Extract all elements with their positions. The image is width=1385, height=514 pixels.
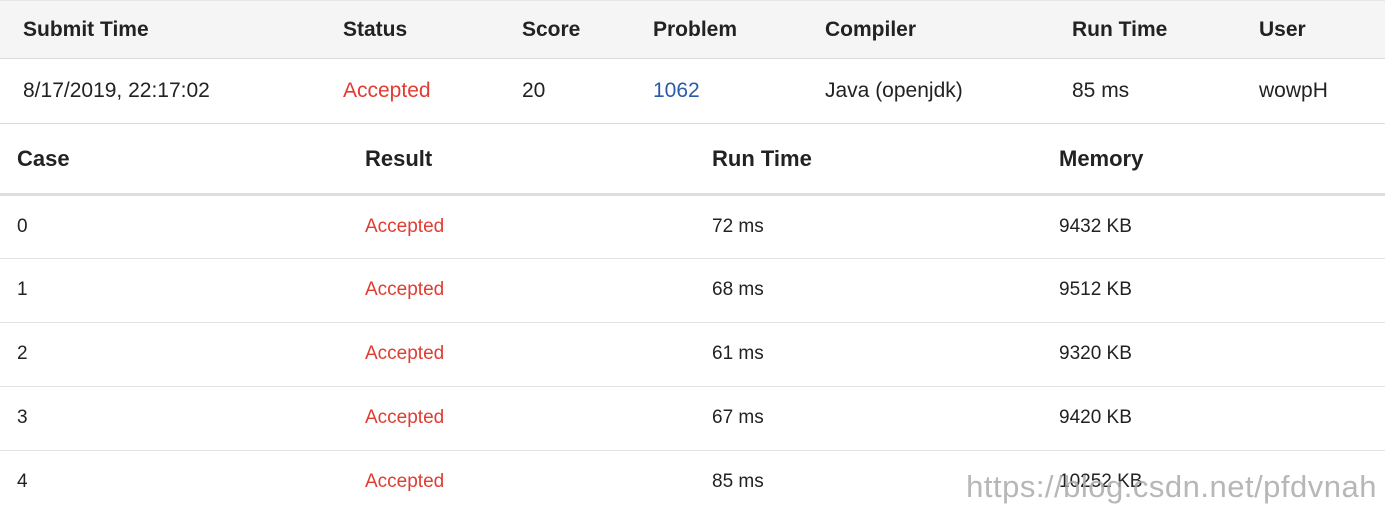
cases-header-row: Case Result Run Time Memory [0, 125, 1385, 194]
header-case-run-time: Run Time [712, 145, 812, 171]
run-time: 85 ms [1072, 79, 1130, 102]
case-memory: 9432 KB [1059, 215, 1132, 237]
case-id: 1 [17, 279, 28, 300]
case-memory: 9420 KB [1059, 407, 1132, 428]
table-row: 0 Accepted 72 ms 9432 KB [0, 194, 1385, 258]
case-run-time: 67 ms [712, 407, 764, 428]
header-score: Score [522, 17, 581, 41]
table-row: 3 Accepted 67 ms 9420 KB [0, 386, 1385, 450]
case-result: Accepted [365, 407, 445, 428]
header-case: Case [17, 145, 70, 171]
submission-table: Submit Time Status Score Problem Compile… [0, 0, 1385, 124]
header-memory: Memory [1059, 145, 1144, 171]
case-run-time: 61 ms [712, 343, 764, 364]
header-run-time: Run Time [1072, 17, 1168, 41]
header-submit-time: Submit Time [23, 17, 149, 41]
case-result: Accepted [365, 343, 445, 364]
case-result: Accepted [365, 215, 445, 237]
header-status: Status [343, 17, 408, 41]
score: 20 [522, 79, 546, 102]
case-result: Accepted [365, 471, 445, 493]
watermark: https://blog.csdn.net/pfdvnah [966, 469, 1377, 504]
case-memory: 9512 KB [1059, 279, 1132, 300]
header-user: User [1259, 17, 1306, 41]
case-id: 0 [17, 215, 28, 237]
problem-link[interactable]: 1062 [653, 79, 700, 102]
submit-time: 8/17/2019, 22:17:02 [23, 79, 210, 102]
user: wowpH [1259, 79, 1328, 102]
header-compiler: Compiler [825, 17, 917, 41]
case-id: 4 [17, 471, 28, 493]
cases-table: Case Result Run Time Memory 0 Accepted 7… [0, 125, 1385, 514]
submission-row: 8/17/2019, 22:17:02 Accepted 20 1062 Jav… [0, 59, 1385, 124]
case-memory: 9320 KB [1059, 343, 1132, 364]
header-problem: Problem [653, 17, 738, 41]
status-badge: Accepted [343, 79, 431, 102]
case-id: 2 [17, 343, 28, 364]
submission-header-row: Submit Time Status Score Problem Compile… [0, 0, 1385, 59]
case-run-time: 72 ms [712, 215, 764, 237]
case-run-time: 68 ms [712, 279, 764, 300]
table-row: 2 Accepted 61 ms 9320 KB [0, 322, 1385, 386]
compiler: Java (openjdk) [825, 79, 963, 102]
table-row: 1 Accepted 68 ms 9512 KB [0, 258, 1385, 322]
case-result: Accepted [365, 279, 445, 300]
header-result: Result [365, 145, 433, 171]
case-id: 3 [17, 407, 28, 428]
